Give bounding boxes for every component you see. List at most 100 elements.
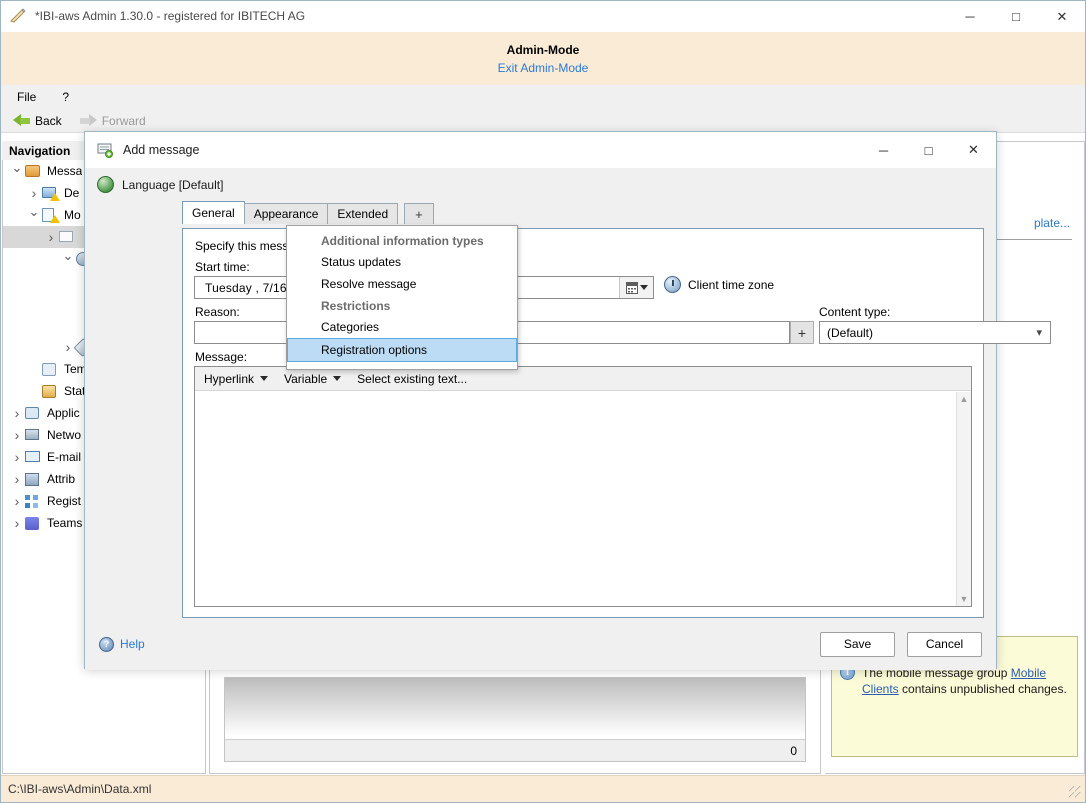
back-button[interactable]: Back bbox=[7, 113, 68, 129]
dialog-minimize-button[interactable]: ─ bbox=[861, 132, 906, 168]
content-type-value: (Default) bbox=[827, 325, 874, 340]
tree-item-label: Mo bbox=[64, 208, 81, 222]
language-row[interactable]: Language [Default] bbox=[85, 168, 996, 193]
admin-mode-title: Admin-Mode bbox=[506, 42, 580, 57]
icon-shape bbox=[25, 517, 39, 530]
chevron-right-icon[interactable] bbox=[9, 449, 25, 465]
maximize-button[interactable]: □ bbox=[993, 1, 1039, 32]
dialog-maximize-button[interactable]: □ bbox=[906, 132, 951, 168]
variable-dropdown[interactable]: Variable bbox=[284, 371, 342, 386]
hyperlink-dropdown[interactable]: Hyperlink bbox=[204, 371, 269, 386]
status-bar: C:\IBI-aws\Admin\Data.xml bbox=[1, 775, 1085, 802]
tree-item-label: De bbox=[64, 186, 80, 200]
chevron-down-icon[interactable] bbox=[60, 251, 76, 267]
registration-icon bbox=[25, 493, 43, 509]
language-label: Language [Default] bbox=[122, 177, 224, 192]
scroll-down-icon[interactable]: ▼ bbox=[960, 592, 969, 606]
dialog-window-controls: ─ □ ✕ bbox=[861, 132, 996, 168]
template-link[interactable]: plate... bbox=[1034, 216, 1070, 230]
dialog-buttons: Save Cancel bbox=[820, 631, 982, 657]
menu-group-header: Additional information types bbox=[321, 234, 484, 248]
icon-shape bbox=[42, 363, 56, 376]
chevron-right-icon[interactable] bbox=[9, 471, 25, 487]
teams-icon bbox=[25, 515, 43, 531]
arrow-left-icon bbox=[13, 114, 30, 127]
icon-shape bbox=[25, 451, 40, 462]
chevron-right-icon[interactable] bbox=[9, 427, 25, 443]
tab-general[interactable]: General bbox=[182, 201, 245, 224]
calendar-dropdown-button[interactable] bbox=[619, 277, 653, 298]
warning-badge-icon bbox=[50, 215, 60, 223]
resize-grip[interactable] bbox=[1069, 786, 1081, 798]
main-title-bar: *IBI-aws Admin 1.30.0 - registered for I… bbox=[1, 1, 1085, 32]
icon-shape bbox=[25, 473, 39, 486]
chevron-right-icon[interactable] bbox=[43, 229, 59, 245]
message-text-area[interactable] bbox=[195, 392, 956, 606]
exit-admin-mode-link[interactable]: Exit Admin-Mode bbox=[498, 61, 589, 75]
forward-button[interactable]: Forward bbox=[74, 113, 152, 129]
menu-help[interactable]: ? bbox=[58, 88, 73, 106]
chevron-down-icon bbox=[333, 376, 342, 381]
email-icon bbox=[25, 449, 43, 465]
forward-button-label: Forward bbox=[101, 113, 146, 128]
document-icon bbox=[42, 207, 60, 223]
client-time-zone-label: Client time zone bbox=[688, 277, 775, 292]
add-reason-button[interactable]: + bbox=[790, 321, 814, 344]
help-icon: ? bbox=[99, 636, 114, 652]
chevron-right-icon[interactable] bbox=[9, 515, 25, 531]
tree-item-label: Messa bbox=[47, 164, 83, 178]
status-path: C:\IBI-aws\Admin\Data.xml bbox=[8, 782, 152, 796]
add-message-icon bbox=[97, 143, 114, 158]
content-grid[interactable]: 0 bbox=[224, 677, 806, 762]
reason-label: Reason: bbox=[195, 305, 240, 319]
scroll-up-icon[interactable]: ▲ bbox=[960, 392, 969, 406]
dialog-close-button[interactable]: ✕ bbox=[951, 132, 996, 168]
client-time-zone[interactable]: Client time zone bbox=[664, 276, 774, 293]
globe-icon bbox=[97, 176, 114, 193]
start-time-label: Start time: bbox=[195, 260, 250, 274]
tree-item-label: Regist bbox=[47, 494, 82, 508]
application-icon bbox=[25, 405, 43, 421]
message-editor[interactable]: Hyperlink Variable Select existing text.… bbox=[194, 366, 972, 607]
chevron-right-icon[interactable] bbox=[9, 493, 25, 509]
dialog-footer: ? Help Save Cancel bbox=[85, 618, 996, 670]
hyperlink-label: Hyperlink bbox=[204, 371, 255, 386]
icon-shape bbox=[25, 429, 39, 440]
add-message-dialog: Add message ─ □ ✕ Language [Default] Gen… bbox=[84, 131, 1051, 670]
variable-label: Variable bbox=[284, 371, 328, 386]
menu-item-registration-options[interactable]: Registration options bbox=[287, 338, 517, 362]
menu-item-categories[interactable]: Categories bbox=[287, 316, 517, 338]
main-title-text: *IBI-aws Admin 1.30.0 - registered for I… bbox=[35, 9, 306, 23]
dialog-title-bar: Add message ─ □ ✕ bbox=[85, 132, 996, 168]
menu-item-status-updates[interactable]: Status updates bbox=[287, 251, 517, 273]
select-existing-text-label: Select existing text... bbox=[357, 371, 468, 386]
dialog-tabs: General Appearance Extended + bbox=[182, 201, 996, 224]
tab-appearance[interactable]: Appearance bbox=[243, 203, 329, 224]
back-button-label: Back bbox=[35, 113, 62, 128]
dialog-title-text: Add message bbox=[123, 143, 200, 157]
icon-shape bbox=[25, 495, 38, 508]
attribute-icon bbox=[25, 471, 43, 487]
tree-item-label: Attrib bbox=[47, 472, 76, 486]
chevron-right-icon[interactable] bbox=[9, 405, 25, 421]
select-existing-text-button[interactable]: Select existing text... bbox=[357, 372, 467, 386]
network-icon bbox=[25, 427, 43, 443]
chevron-right-icon[interactable] bbox=[26, 185, 42, 201]
content-type-select[interactable]: (Default) ▾ bbox=[819, 321, 1051, 344]
message-scrollbar[interactable]: ▲ ▼ bbox=[956, 392, 971, 606]
add-tab-button[interactable]: + bbox=[404, 203, 434, 224]
help-link[interactable]: ? Help bbox=[99, 636, 145, 652]
minimize-button[interactable]: ─ bbox=[947, 1, 993, 32]
chevron-down-icon[interactable] bbox=[9, 163, 25, 179]
menu-item-resolve-message[interactable]: Resolve message bbox=[287, 273, 517, 295]
menu-group-header: Restrictions bbox=[321, 299, 391, 313]
chevron-down-icon[interactable] bbox=[26, 207, 42, 223]
message-label: Message: bbox=[195, 350, 248, 364]
save-button[interactable]: Save bbox=[820, 631, 895, 657]
menu-file[interactable]: File bbox=[13, 88, 40, 106]
close-button[interactable]: ✕ bbox=[1039, 1, 1085, 32]
cancel-button[interactable]: Cancel bbox=[907, 631, 982, 657]
tab-extended[interactable]: Extended bbox=[327, 203, 399, 224]
package-icon bbox=[25, 163, 43, 179]
main-window-controls: ─ □ ✕ bbox=[947, 1, 1085, 32]
